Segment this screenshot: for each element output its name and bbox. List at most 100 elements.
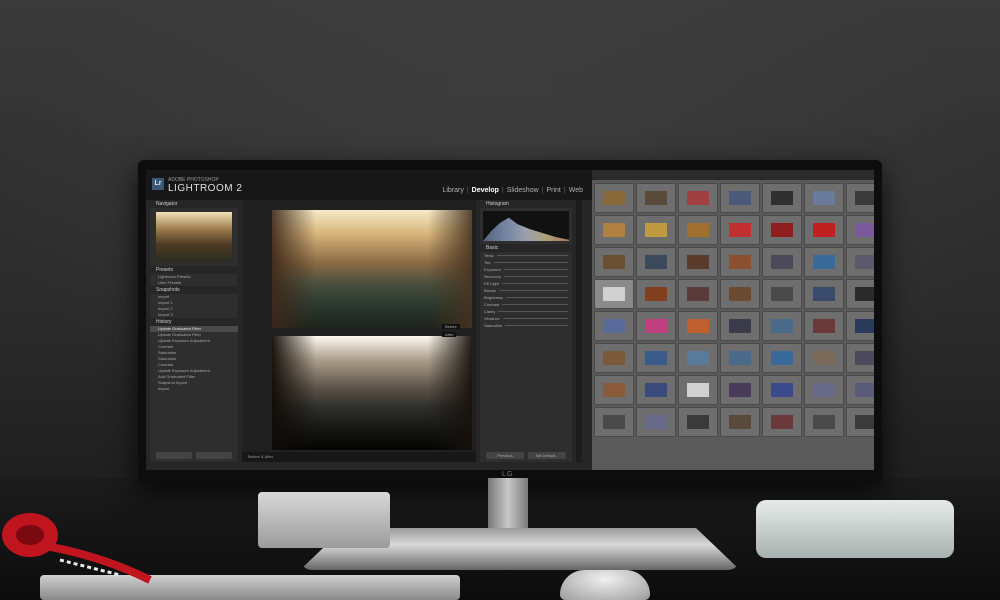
thumbnail-cell[interactable] bbox=[594, 375, 634, 405]
slider-saturation[interactable]: Saturation bbox=[484, 322, 568, 329]
thumbnail-cell[interactable] bbox=[846, 375, 874, 405]
thumbnail-cell[interactable] bbox=[594, 407, 634, 437]
thumbnail-cell[interactable] bbox=[678, 279, 718, 309]
thumbnail-cell[interactable] bbox=[720, 407, 760, 437]
thumbnail-cell[interactable] bbox=[846, 279, 874, 309]
thumbnail-cell[interactable] bbox=[636, 215, 676, 245]
thumbnail-cell[interactable] bbox=[762, 183, 802, 213]
after-photo[interactable] bbox=[272, 336, 472, 450]
thumbnail-cell[interactable] bbox=[804, 183, 844, 213]
scrollbar[interactable] bbox=[576, 200, 582, 462]
slider-contrast[interactable]: Contrast bbox=[484, 301, 568, 308]
thumbnail-image bbox=[729, 191, 751, 205]
before-photo[interactable] bbox=[272, 210, 472, 328]
thumbnail-cell[interactable] bbox=[594, 215, 634, 245]
thumbnail-cell[interactable] bbox=[762, 311, 802, 341]
thumbnail-image bbox=[771, 351, 793, 365]
thumbnail-cell[interactable] bbox=[594, 311, 634, 341]
thumbnail-cell[interactable] bbox=[804, 215, 844, 245]
thumbnail-cell[interactable] bbox=[636, 343, 676, 373]
thumbnail-cell[interactable] bbox=[594, 279, 634, 309]
thumbnail-cell[interactable] bbox=[846, 183, 874, 213]
thumbnail-cell[interactable] bbox=[846, 247, 874, 277]
snapshots-header[interactable]: Snapshots bbox=[150, 286, 238, 294]
slider-fill-light[interactable]: Fill Light bbox=[484, 280, 568, 287]
thumbnail-cell[interactable] bbox=[636, 247, 676, 277]
thumbnail-cell[interactable] bbox=[720, 183, 760, 213]
thumbnail-image bbox=[855, 255, 874, 269]
thumbnail-cell[interactable] bbox=[678, 183, 718, 213]
thumbnail-cell[interactable] bbox=[636, 279, 676, 309]
module-picker: Library | Develop | Slideshow | Print | Web bbox=[439, 187, 586, 194]
module-web[interactable]: Web bbox=[566, 187, 586, 194]
slider-clarity[interactable]: Clarity bbox=[484, 308, 568, 315]
thumbnail-cell[interactable] bbox=[720, 375, 760, 405]
thumbnail-cell[interactable] bbox=[678, 247, 718, 277]
thumbnail-cell[interactable] bbox=[678, 375, 718, 405]
thumbnail-image bbox=[855, 287, 874, 301]
slider-vibrance[interactable]: Vibrance bbox=[484, 315, 568, 322]
thumbnail-cell[interactable] bbox=[846, 343, 874, 373]
before-after-toggle[interactable]: Before & After bbox=[248, 454, 273, 459]
thumbnail-cell[interactable] bbox=[636, 311, 676, 341]
presets-header[interactable]: Presets bbox=[150, 266, 238, 274]
slider-tint[interactable]: Tint bbox=[484, 259, 568, 266]
thumbnail-cell[interactable] bbox=[678, 311, 718, 341]
thumbnail-cell[interactable] bbox=[636, 407, 676, 437]
thumbnail-cell[interactable] bbox=[762, 407, 802, 437]
thumbnail-cell[interactable] bbox=[594, 343, 634, 373]
thumbnail-cell[interactable] bbox=[846, 215, 874, 245]
lightroom-header: Lr ADOBE PHOTOSHOP LIGHTROOM 2 Library | … bbox=[146, 170, 592, 200]
history-item[interactable]: Import bbox=[150, 386, 238, 392]
navigator-header[interactable]: Navigator bbox=[150, 200, 238, 208]
thumbnail-cell[interactable] bbox=[678, 407, 718, 437]
slider-exposure[interactable]: Exposure bbox=[484, 266, 568, 273]
slider-blacks[interactable]: Blacks bbox=[484, 287, 568, 294]
thumbnail-image bbox=[771, 191, 793, 205]
thumbnail-cell[interactable] bbox=[762, 375, 802, 405]
slider-temp[interactable]: Temp bbox=[484, 252, 568, 259]
thumbnail-cell[interactable] bbox=[846, 311, 874, 341]
thumbnail-cell[interactable] bbox=[804, 343, 844, 373]
before-label: Before bbox=[442, 324, 460, 329]
thumbnail-cell[interactable] bbox=[720, 215, 760, 245]
thumbnail-cell[interactable] bbox=[762, 343, 802, 373]
thumbnail-cell[interactable] bbox=[762, 279, 802, 309]
thumbnail-cell[interactable] bbox=[804, 279, 844, 309]
monitor-stand-neck bbox=[488, 478, 528, 533]
thumbnail-image bbox=[687, 223, 709, 237]
thumbnail-cell[interactable] bbox=[804, 375, 844, 405]
navigator-preview[interactable] bbox=[156, 212, 232, 262]
module-slideshow[interactable]: Slideshow bbox=[504, 187, 542, 194]
basic-header[interactable]: Basic bbox=[480, 244, 572, 252]
paste-button[interactable] bbox=[196, 452, 232, 459]
previous-button[interactable]: Previous bbox=[486, 452, 524, 459]
thumbnail-image bbox=[687, 287, 709, 301]
thumbnail-cell[interactable] bbox=[678, 343, 718, 373]
thumbnail-cell[interactable] bbox=[720, 343, 760, 373]
slider-recovery[interactable]: Recovery bbox=[484, 273, 568, 280]
thumbnail-image bbox=[771, 255, 793, 269]
thumbnail-cell[interactable] bbox=[720, 279, 760, 309]
set-default-button[interactable]: Set Default... bbox=[528, 452, 566, 459]
thumbnail-cell[interactable] bbox=[720, 311, 760, 341]
thumbnail-cell[interactable] bbox=[762, 247, 802, 277]
copy-button[interactable] bbox=[156, 452, 192, 459]
thumbnail-cell[interactable] bbox=[762, 215, 802, 245]
thumbnail-cell[interactable] bbox=[678, 215, 718, 245]
slider-brightness[interactable]: Brightness bbox=[484, 294, 568, 301]
thumbnail-cell[interactable] bbox=[636, 183, 676, 213]
thumbnail-cell[interactable] bbox=[804, 407, 844, 437]
module-library[interactable]: Library bbox=[439, 187, 466, 194]
thumbnail-cell[interactable] bbox=[636, 375, 676, 405]
history-header[interactable]: History bbox=[150, 318, 238, 326]
thumbnail-cell[interactable] bbox=[720, 247, 760, 277]
module-print[interactable]: Print bbox=[543, 187, 563, 194]
thumbnail-cell[interactable] bbox=[804, 247, 844, 277]
thumbnail-cell[interactable] bbox=[846, 407, 874, 437]
module-develop[interactable]: Develop bbox=[469, 187, 502, 194]
histogram-header[interactable]: Histogram bbox=[480, 200, 572, 208]
thumbnail-cell[interactable] bbox=[594, 247, 634, 277]
thumbnail-cell[interactable] bbox=[594, 183, 634, 213]
thumbnail-cell[interactable] bbox=[804, 311, 844, 341]
